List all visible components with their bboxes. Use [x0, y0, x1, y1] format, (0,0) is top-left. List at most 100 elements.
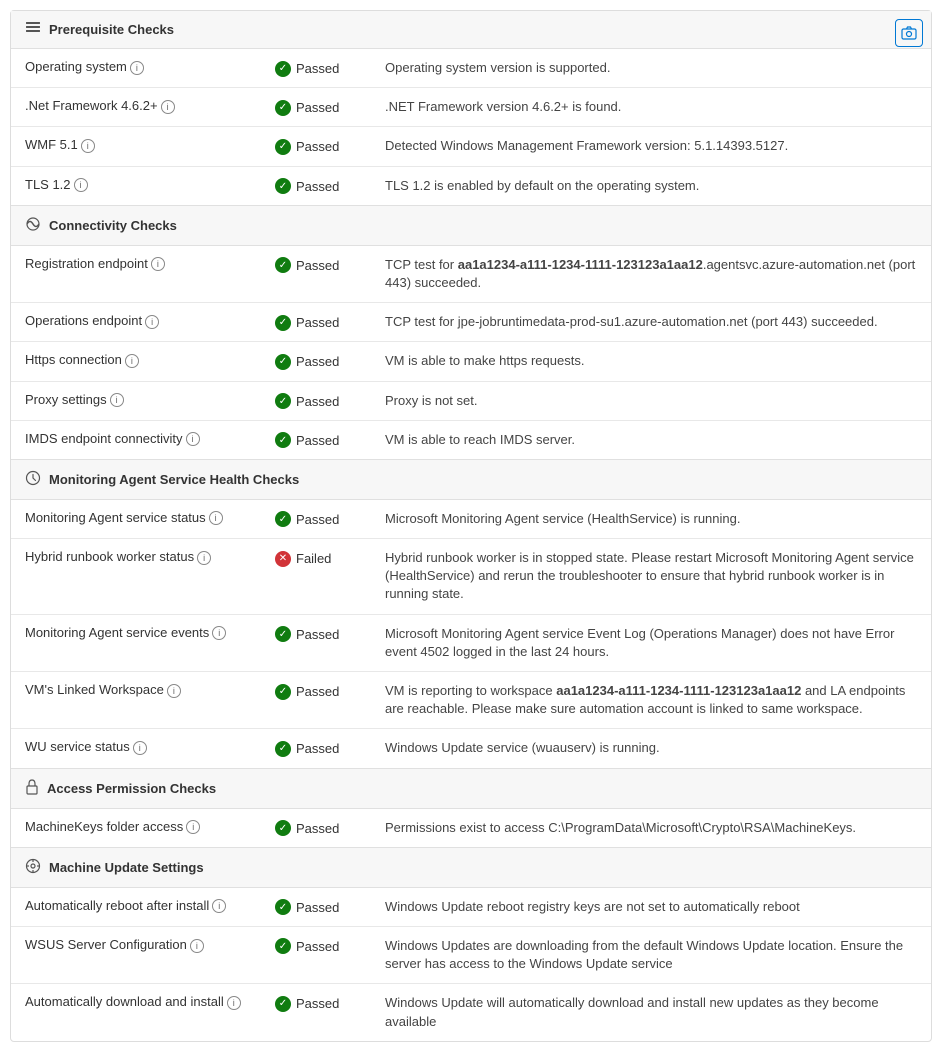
check-description-cell: Detected Windows Management Framework ve…: [371, 127, 931, 166]
camera-button[interactable]: [895, 19, 923, 47]
status-passed: ✓Passed: [275, 996, 339, 1012]
check-name-cell: MachineKeys folder accessi: [11, 809, 261, 847]
check-description-cell: TLS 1.2 is enabled by default on the ope…: [371, 166, 931, 205]
section-icon-prerequisite: [25, 21, 41, 38]
status-passed: ✓Passed: [275, 626, 339, 642]
info-icon[interactable]: i: [227, 996, 241, 1010]
section-connectivity: Connectivity ChecksRegistration endpoint…: [11, 206, 931, 460]
status-label: Passed: [296, 741, 339, 756]
check-status-cell: ✓Passed: [261, 672, 371, 729]
section-header-machine-update: Machine Update Settings: [11, 848, 931, 888]
section-title-monitoring: Monitoring Agent Service Health Checks: [49, 472, 299, 487]
check-name: Https connection: [25, 352, 122, 367]
table-row: Monitoring Agent service statusi✓PassedM…: [11, 500, 931, 539]
info-icon[interactable]: i: [190, 939, 204, 953]
passed-icon: ✓: [275, 626, 291, 642]
check-status-cell: ✓Passed: [261, 49, 371, 88]
info-icon[interactable]: i: [110, 393, 124, 407]
passed-icon: ✓: [275, 996, 291, 1012]
info-icon[interactable]: i: [167, 684, 181, 698]
check-status-cell: ✓ Passed: [261, 166, 371, 205]
status-label: Failed: [296, 551, 331, 566]
sections-container: Prerequisite ChecksOperating systemi✓Pas…: [11, 11, 931, 1041]
check-status-cell: ✓Passed: [261, 420, 371, 459]
passed-icon: ✓: [275, 741, 291, 757]
status-passed: ✓Passed: [275, 61, 339, 77]
check-name-cell: Monitoring Agent service eventsi: [11, 614, 261, 671]
passed-icon: ✓: [275, 938, 291, 954]
check-name: IMDS endpoint connectivity: [25, 431, 183, 446]
status-label: Passed: [296, 821, 339, 836]
check-name: TLS 1.2: [25, 177, 71, 192]
passed-icon: ✓: [275, 511, 291, 527]
status-label: Passed: [296, 179, 339, 194]
section-icon-monitoring: [25, 470, 41, 489]
table-row: Operations endpointi✓PassedTCP test for …: [11, 303, 931, 342]
check-name: Operations endpoint: [25, 313, 142, 328]
status-passed: ✓Passed: [275, 139, 339, 155]
section-icon-machine-update: [25, 858, 41, 877]
passed-icon: ✓: [275, 684, 291, 700]
check-status-cell: ✓Passed: [261, 614, 371, 671]
check-name: MachineKeys folder access: [25, 819, 183, 834]
status-passed: ✓ Passed: [275, 938, 339, 954]
check-status-cell: ✓Passed: [261, 888, 371, 927]
passed-icon: ✓: [275, 61, 291, 77]
check-status-cell: ✓Passed: [261, 984, 371, 1041]
info-icon[interactable]: i: [74, 178, 88, 192]
status-label: Passed: [296, 939, 339, 954]
info-icon[interactable]: i: [125, 354, 139, 368]
section-icon-connectivity: [25, 216, 41, 235]
check-description-cell: VM is able to make https requests.: [371, 342, 931, 381]
table-row: WSUS Server Configurationi✓PassedWindows…: [11, 926, 931, 983]
check-name: Registration endpoint: [25, 256, 148, 271]
info-icon[interactable]: i: [209, 511, 223, 525]
check-name: Proxy settings: [25, 392, 107, 407]
status-passed: ✓ Passed: [275, 741, 339, 757]
table-row: Automatically download and installi✓Pass…: [11, 984, 931, 1041]
check-name-cell: Operations endpointi: [11, 303, 261, 342]
info-icon[interactable]: i: [130, 61, 144, 75]
status-label: Passed: [296, 900, 339, 915]
info-icon[interactable]: i: [133, 741, 147, 755]
table-row: WU service statusi ✓ Passed Windows Update …: [11, 729, 931, 768]
check-description-cell: Windows Update will automatically downlo…: [371, 984, 931, 1041]
info-icon[interactable]: i: [197, 551, 211, 565]
table-row: Hybrid runbook worker statusi✕FailedHybr…: [11, 539, 931, 615]
info-icon[interactable]: i: [151, 257, 165, 271]
table-prerequisite: Operating systemi✓PassedOperating system…: [11, 49, 931, 205]
check-name-cell: Https connectioni: [11, 342, 261, 381]
check-status-cell: ✓Passed: [261, 381, 371, 420]
section-header-prerequisite: Prerequisite Checks: [11, 11, 931, 49]
info-icon[interactable]: i: [212, 626, 226, 640]
check-name: WU service status: [25, 739, 130, 754]
status-passed: ✓ Passed: [275, 178, 339, 194]
section-title-machine-update: Machine Update Settings: [49, 860, 204, 875]
section-prerequisite: Prerequisite ChecksOperating systemi✓Pas…: [11, 11, 931, 206]
check-name-cell: Registration endpointi: [11, 246, 261, 303]
info-icon[interactable]: i: [161, 100, 175, 114]
status-label: Passed: [296, 258, 339, 273]
info-icon[interactable]: i: [145, 315, 159, 329]
passed-icon: ✓: [275, 178, 291, 194]
status-label: Passed: [296, 354, 339, 369]
section-header-access: Access Permission Checks: [11, 769, 931, 809]
status-label: Passed: [296, 512, 339, 527]
check-description-cell: Windows Update service (wuauserv) is run…: [371, 729, 931, 768]
passed-icon: ✓: [275, 820, 291, 836]
passed-icon: ✓: [275, 315, 291, 331]
info-icon[interactable]: i: [212, 899, 226, 913]
check-description-cell: TCP test for jpe-jobruntimedata-prod-su1…: [371, 303, 931, 342]
check-description-cell: .NET Framework version 4.6.2+ is found.: [371, 88, 931, 127]
check-status-cell: ✓ Passed: [261, 926, 371, 983]
check-name-cell: Automatically reboot after installi: [11, 888, 261, 927]
info-icon[interactable]: i: [186, 820, 200, 834]
section-header-monitoring: Monitoring Agent Service Health Checks: [11, 460, 931, 500]
info-icon[interactable]: i: [186, 432, 200, 446]
table-connectivity: Registration endpointi✓PassedTCP test fo…: [11, 246, 931, 459]
info-icon[interactable]: i: [81, 139, 95, 153]
failed-icon: ✕: [275, 551, 291, 567]
check-name: Hybrid runbook worker status: [25, 549, 194, 564]
check-name-cell: VM's Linked Workspacei: [11, 672, 261, 729]
check-status-cell: ✓Passed: [261, 303, 371, 342]
